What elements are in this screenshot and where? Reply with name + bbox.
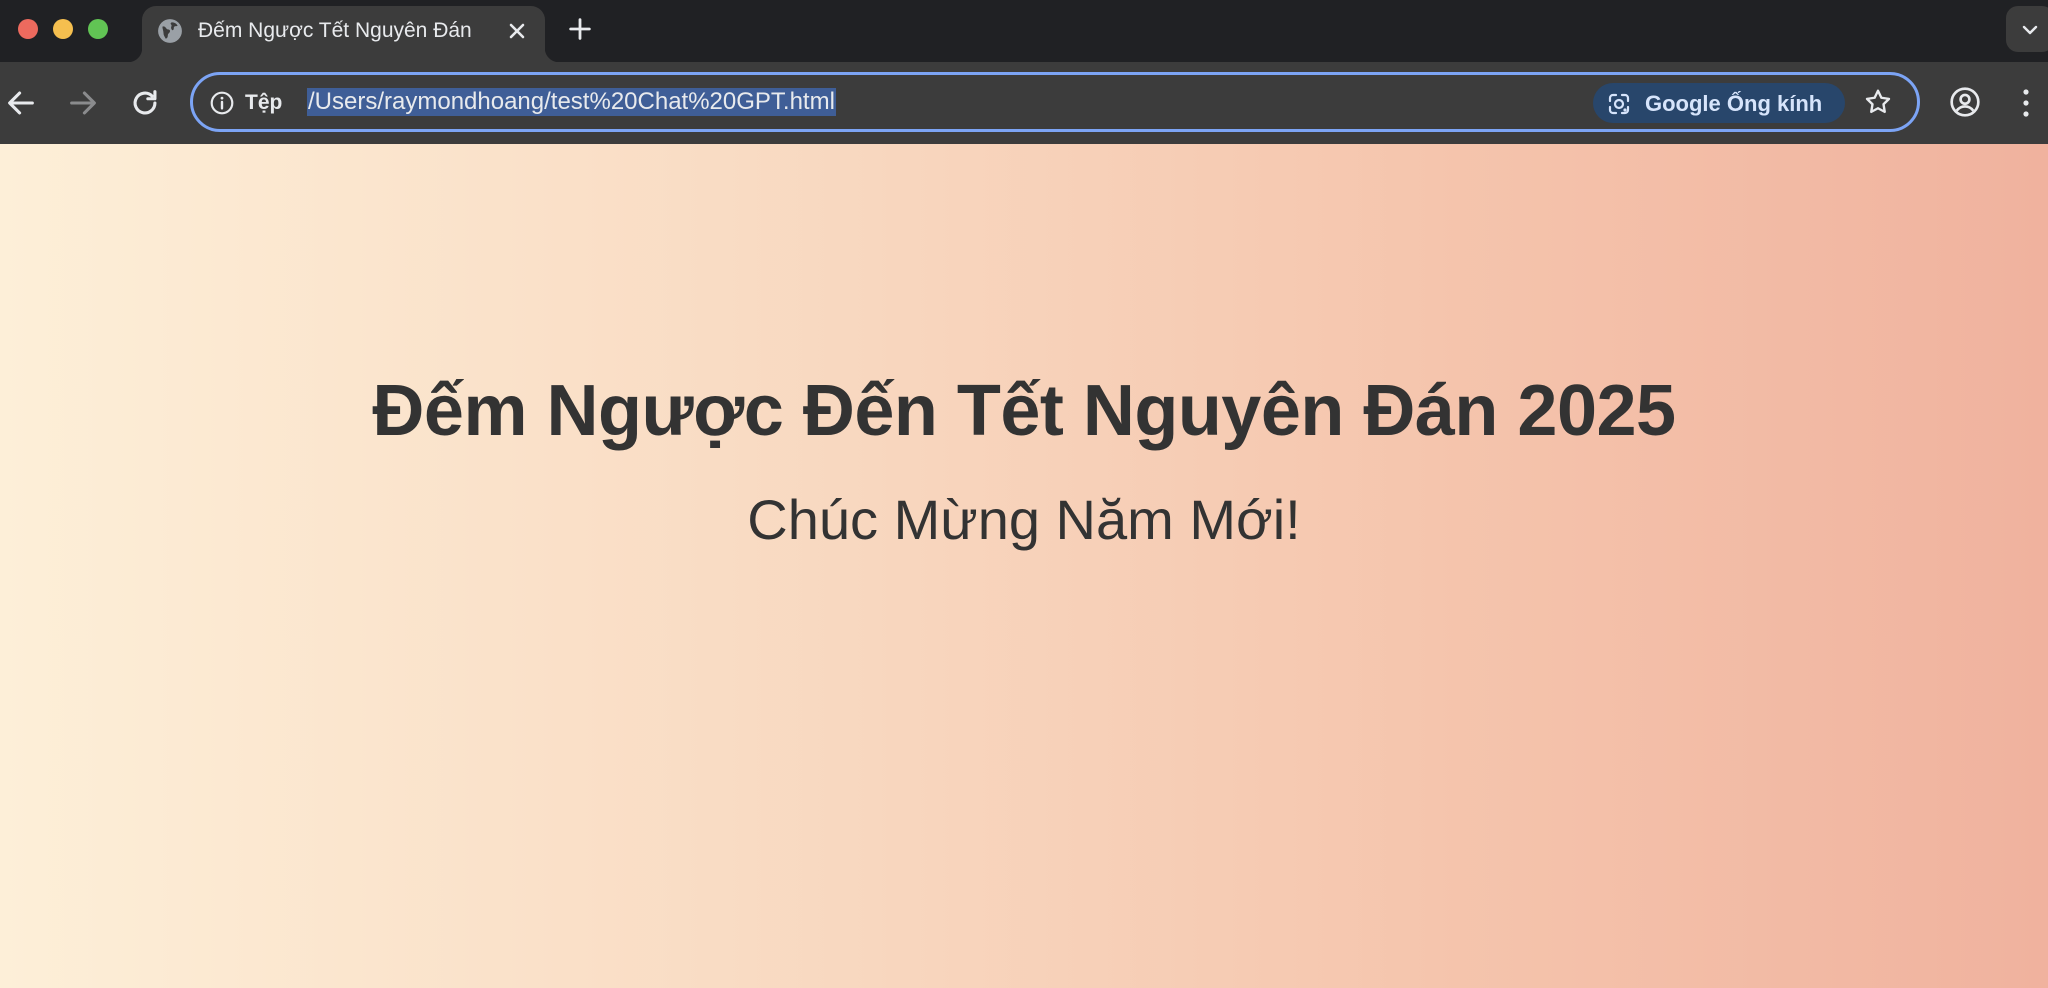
page-title: Đếm Ngược Đến Tết Nguyên Đán 2025 — [372, 371, 1676, 451]
chevron-down-icon — [2022, 25, 2038, 35]
forward-arrow-icon[interactable] — [66, 86, 100, 120]
window-close-button[interactable] — [18, 19, 38, 39]
address-bar[interactable]: Tệp /Users/raymondhoang/test%20Chat%20GP… — [190, 72, 1920, 132]
plus-icon[interactable] — [566, 15, 594, 43]
tab-search-button[interactable] — [2006, 6, 2048, 52]
google-lens-label: Google Ống kính — [1645, 91, 1823, 116]
site-info-label: Tệp — [245, 91, 283, 114]
site-info-chip[interactable]: Tệp — [209, 89, 282, 117]
star-icon[interactable] — [1863, 87, 1893, 117]
page-content: Đếm Ngược Đến Tết Nguyên Đán 2025 Chúc M… — [0, 144, 2048, 988]
lens-icon — [1608, 93, 1630, 115]
window-minimize-button[interactable] — [53, 19, 73, 39]
window-maximize-button[interactable] — [88, 19, 108, 39]
tab-title: Đếm Ngược Tết Nguyên Đán — [198, 19, 472, 42]
tab-strip: Đếm Ngược Tết Nguyên Đán — [0, 0, 2048, 62]
profile-icon[interactable] — [1949, 86, 1981, 118]
close-icon[interactable] — [505, 19, 529, 43]
back-arrow-icon[interactable] — [4, 86, 38, 120]
greeting-text: Chúc Mừng Năm Mới! — [747, 488, 1301, 551]
browser-toolbar: Tệp /Users/raymondhoang/test%20Chat%20GP… — [0, 62, 2048, 144]
active-tab[interactable]: Đếm Ngược Tết Nguyên Đán — [128, 6, 559, 62]
reload-icon[interactable] — [128, 86, 162, 120]
globe-icon — [158, 19, 182, 43]
kebab-menu-icon[interactable] — [2014, 86, 2038, 120]
google-lens-button[interactable]: Google Ống kính — [1593, 83, 1845, 123]
url-text[interactable]: /Users/raymondhoang/test%20Chat%20GPT.ht… — [307, 88, 836, 116]
info-icon — [210, 91, 234, 115]
